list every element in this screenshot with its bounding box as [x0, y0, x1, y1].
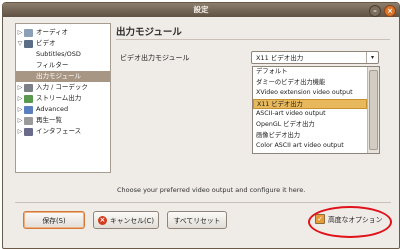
close-button[interactable]: ×	[384, 5, 396, 17]
dropdown-option[interactable]: XVideo extension video output	[253, 88, 367, 99]
tree-item-label: 入力 / コーデック	[36, 83, 88, 91]
dropdown-option[interactable]: 画像ビデオ出力	[253, 131, 367, 142]
settings-window: 設定 – × ▷ オーディオ ▽ ビデオ Subtitles/OSD フィルター…	[2, 2, 400, 249]
cancel-button-label: キャンセル(C)	[109, 217, 155, 225]
tree-item-label: ビデオ	[36, 39, 56, 47]
dropdown-option[interactable]: Color ASCII art video output	[253, 141, 367, 152]
video-output-dropdown-list[interactable]: デフォルト ダミーのビデオ出力機能 XVideo extension video…	[252, 66, 380, 154]
title-bar[interactable]: 設定 – ×	[3, 3, 399, 17]
expander-icon[interactable]: ▷	[16, 115, 24, 126]
tree-item-label: 出力モジュール	[36, 72, 82, 80]
panel-description: Choose your preferred video output and c…	[117, 186, 306, 194]
tree-item-label: フィルター	[36, 61, 69, 69]
speaker-icon	[24, 28, 33, 37]
minimize-icon: –	[373, 7, 377, 15]
annotation-circle	[308, 206, 392, 238]
chevron-down-icon[interactable]: ▾	[366, 52, 378, 63]
dropdown-option[interactable]: ダミーのビデオ出力機能	[253, 78, 367, 89]
tree-item-advanced[interactable]: ▷ Advanced	[16, 104, 68, 115]
video-icon	[24, 39, 33, 48]
cancel-button[interactable]: × キャンセル(C)	[93, 211, 159, 229]
expander-icon[interactable]: ▽	[16, 38, 24, 49]
expander-icon[interactable]: ▷	[16, 104, 24, 115]
tree-item-label: Advanced	[36, 105, 69, 113]
dropdown-option[interactable]: ASCII-art video output	[253, 109, 367, 120]
panel-title: 出力モジュール	[116, 27, 182, 38]
category-tree[interactable]: ▷ オーディオ ▽ ビデオ Subtitles/OSD フィルター 出力モジュー…	[15, 23, 111, 173]
tree-item-label: 再生一覧	[36, 116, 62, 124]
tree-item-audio[interactable]: ▷ オーディオ	[16, 27, 68, 38]
panel-divider	[116, 39, 390, 40]
video-output-module-label: ビデオ出力モジュール	[120, 54, 190, 62]
window-title: 設定	[193, 5, 209, 14]
tree-item-input-codecs[interactable]: ▷ 入力 / コーデック	[16, 82, 88, 93]
dropdown-option[interactable]: OpenGL ビデオ出力	[253, 120, 367, 131]
tree-item-filters[interactable]: フィルター	[16, 60, 68, 71]
footer-divider	[15, 202, 391, 203]
tree-item-interface[interactable]: ▷ インタフェース	[16, 126, 81, 137]
reset-all-button[interactable]: すべてリセット	[167, 211, 227, 229]
expander-icon[interactable]: ▷	[16, 27, 24, 38]
dropdown-scrollbar[interactable]	[367, 67, 379, 153]
save-button-label: 保存(S)	[42, 217, 66, 225]
tree-item-label: インタフェース	[36, 127, 82, 135]
scrollbar-thumb[interactable]	[369, 70, 378, 150]
tree-item-stream-output[interactable]: ▷ ストリーム出力	[16, 93, 81, 104]
save-button[interactable]: 保存(S)	[23, 211, 85, 229]
playlist-icon	[24, 116, 33, 125]
input-codec-icon	[24, 83, 33, 92]
cancel-icon: ×	[97, 215, 107, 225]
expander-icon[interactable]: ▷	[16, 126, 24, 137]
combo-value: X11 ビデオ出力	[256, 54, 304, 62]
expander-icon[interactable]: ▷	[16, 82, 24, 93]
tree-item-label: ストリーム出力	[36, 94, 82, 102]
expander-icon[interactable]: ▷	[16, 93, 24, 104]
tree-item-playlist[interactable]: ▷ 再生一覧	[16, 115, 62, 126]
advanced-icon	[24, 105, 33, 114]
tree-item-subtitles[interactable]: Subtitles/OSD	[16, 49, 81, 60]
tree-item-video[interactable]: ▽ ビデオ	[16, 38, 56, 49]
reset-button-label: すべてリセット	[173, 217, 221, 225]
interface-icon	[24, 127, 33, 136]
dropdown-option-selected[interactable]: X11 ビデオ出力	[253, 98, 367, 110]
minimize-button[interactable]: –	[369, 5, 381, 17]
tree-item-label: Subtitles/OSD	[36, 50, 81, 58]
tree-item-label: オーディオ	[36, 28, 69, 36]
video-output-combo[interactable]: X11 ビデオ出力 ▾	[251, 51, 379, 64]
tree-item-output-modules[interactable]: 出力モジュール	[16, 71, 110, 82]
close-icon: ×	[387, 7, 393, 15]
dropdown-option[interactable]: デフォルト	[253, 67, 367, 78]
stream-icon	[24, 94, 33, 103]
